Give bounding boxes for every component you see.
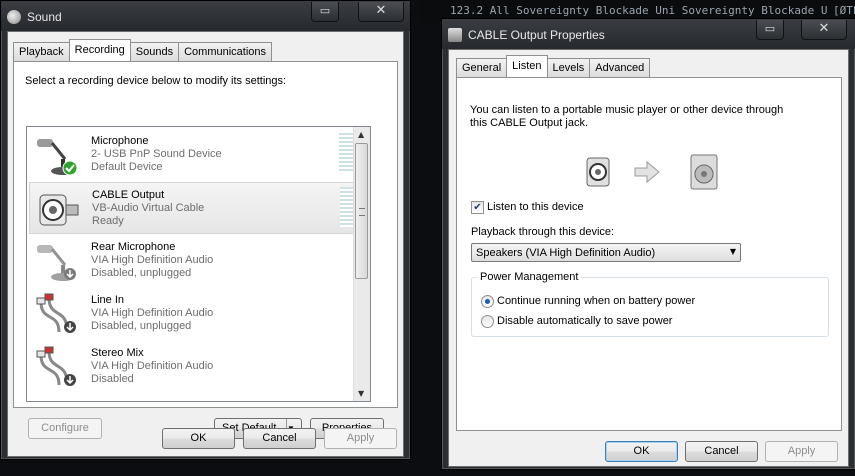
virtual-cable-icon [39, 194, 79, 226]
cable-properties-window: CABLE Output Properties ▭ ✕ General List… [441, 18, 855, 470]
listen-description-line1: You can listen to a portable music playe… [470, 104, 784, 116]
minimize-button[interactable]: ▭ [756, 20, 784, 40]
level-meter [340, 187, 354, 227]
close-button[interactable]: ✕ [358, 2, 404, 22]
minimize-icon: ▭ [764, 22, 776, 35]
device-name: Stereo Mix [91, 347, 144, 359]
listen-checkbox[interactable]: ✔ [471, 201, 484, 214]
microphone-icon [37, 139, 78, 176]
listen-checkbox-label[interactable]: Listen to this device [487, 201, 584, 213]
microphone-icon [37, 245, 76, 281]
listen-diagram [586, 154, 718, 190]
device-status: Disabled [91, 373, 134, 385]
playback-device-select[interactable]: Speakers (VIA High Definition Audio) ▼ [471, 243, 741, 262]
list-item[interactable]: Microphone 2- USB PnP Sound Device Defau… [29, 129, 356, 181]
list-item[interactable]: Line In VIA High Definition Audio Disabl… [29, 288, 356, 340]
list-item[interactable]: Stereo Mix VIA High Definition Audio Dis… [29, 341, 356, 393]
device-name: Line In [91, 294, 125, 306]
scroll-grip-icon [359, 208, 365, 216]
sound-titlebar[interactable]: Sound ▭ ✕ [1, 1, 410, 31]
sound-window: Sound ▭ ✕ Playback Recording Sounds Comm… [0, 0, 411, 460]
cable-jack-icon [586, 157, 610, 187]
sound-window-title: Sound [27, 10, 62, 24]
apply-button[interactable]: Apply [765, 441, 838, 462]
tab-listen[interactable]: Listen [506, 55, 548, 77]
continue-running-label[interactable]: Continue running when on battery power [497, 295, 695, 307]
background-strip-text: 123.2 All Sovereignty Blockade Uni Sover… [450, 4, 828, 17]
continue-running-radio[interactable] [481, 295, 494, 308]
apply-button[interactable]: Apply [324, 428, 397, 449]
ok-button[interactable]: OK [605, 441, 678, 462]
device-status: Default Device [91, 161, 163, 173]
playback-device-value: Speakers (VIA High Definition Audio) [476, 247, 656, 259]
recording-device-list[interactable]: Microphone 2- USB PnP Sound Device Defau… [26, 126, 371, 402]
tab-playback[interactable]: Playback [13, 42, 70, 61]
device-description: VIA High Definition Audio [91, 307, 214, 319]
cable-app-icon [448, 28, 462, 42]
tab-levels[interactable]: Levels [546, 58, 591, 77]
level-meter [339, 133, 353, 173]
close-icon: ✕ [375, 3, 387, 18]
power-management-group [471, 277, 829, 337]
listen-tab-panel: You can listen to a portable music playe… [456, 77, 842, 431]
minimize-button[interactable]: ▭ [311, 2, 339, 22]
chevron-down-icon: ▼ [729, 247, 736, 256]
scroll-up-icon[interactable]: ▲ [358, 130, 364, 139]
sound-tab-strip: Playback Recording Sounds Communications [13, 39, 273, 61]
cable-tab-strip: General Listen Levels Advanced [456, 55, 651, 77]
device-name: Rear Microphone [91, 241, 176, 253]
scroll-down-icon[interactable]: ▼ [358, 389, 364, 398]
device-description: VB-Audio Virtual Cable [92, 202, 205, 214]
close-icon: ✕ [818, 21, 830, 36]
device-description: 2- USB PnP Sound Device [91, 148, 222, 160]
rca-cable-icon [36, 346, 76, 386]
power-management-label: Power Management [477, 271, 582, 283]
ok-button[interactable]: OK [162, 428, 235, 449]
tab-recording[interactable]: Recording [68, 39, 131, 61]
tab-sounds[interactable]: Sounds [129, 42, 180, 61]
list-item[interactable]: Rear Microphone VIA High Definition Audi… [29, 235, 356, 287]
list-item[interactable]: CABLE Output VB-Audio Virtual Cable Read… [29, 182, 356, 234]
cancel-button[interactable]: Cancel [685, 441, 758, 462]
tab-advanced[interactable]: Advanced [589, 58, 651, 77]
scroll-thumb[interactable] [355, 143, 368, 279]
recording-tab-panel: Select a recording device below to modif… [13, 61, 398, 439]
device-name: Microphone [91, 135, 149, 147]
sound-client-area: Playback Recording Sounds Communications… [7, 31, 404, 457]
cancel-button[interactable]: Cancel [243, 428, 316, 449]
device-status: Disabled, unplugged [91, 267, 192, 279]
listen-description-line2: this CABLE Output jack. [470, 117, 588, 129]
cable-window-title: CABLE Output Properties [468, 28, 605, 42]
sound-app-icon [7, 10, 21, 24]
configure-button[interactable]: Configure [28, 418, 102, 439]
device-name: CABLE Output [92, 189, 165, 201]
close-button[interactable]: ✕ [801, 20, 847, 40]
disable-automatically-radio[interactable] [481, 315, 494, 328]
tab-communications[interactable]: Communications [178, 42, 273, 61]
speaker-icon [690, 154, 718, 190]
device-list-scrollbar[interactable]: ▲ ▼ [353, 127, 370, 401]
recording-instruction: Select a recording device below to modif… [25, 75, 287, 87]
minimize-icon: ▭ [319, 4, 331, 17]
device-description: VIA High Definition Audio [91, 360, 214, 372]
device-status: Ready [92, 215, 124, 227]
tab-general[interactable]: General [456, 58, 508, 77]
rca-cable-icon [36, 293, 76, 333]
disable-automatically-label[interactable]: Disable automatically to save power [497, 315, 672, 327]
device-description: VIA High Definition Audio [91, 254, 214, 266]
playback-device-label: Playback through this device: [471, 226, 615, 238]
arrow-right-icon [634, 160, 660, 184]
cable-titlebar[interactable]: CABLE Output Properties ▭ ✕ [442, 19, 855, 49]
cable-client-area: General Listen Levels Advanced You can l… [448, 49, 849, 467]
device-status: Disabled, unplugged [91, 320, 192, 332]
